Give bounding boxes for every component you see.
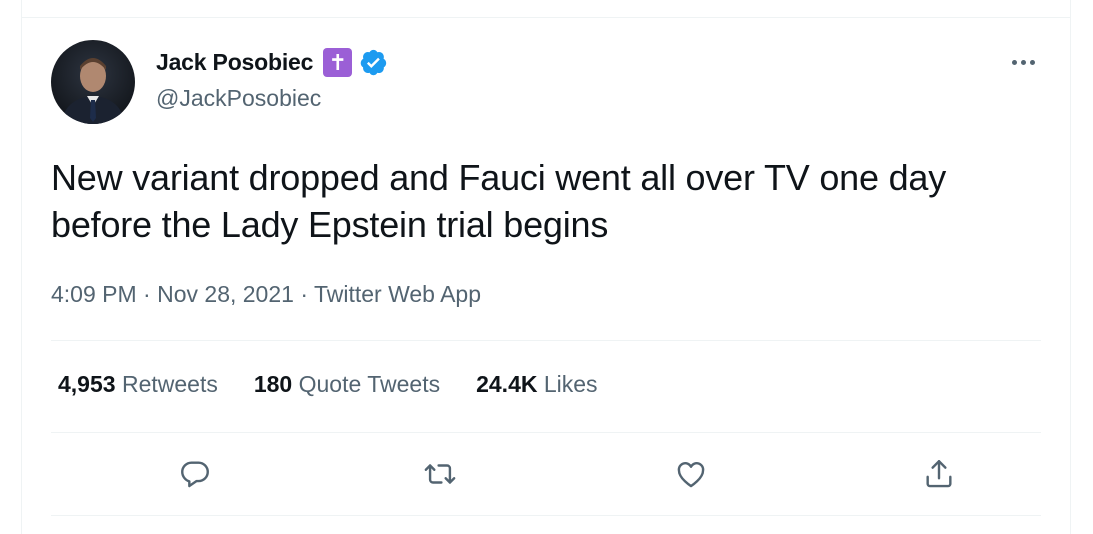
tweet-card: Jack Posobiec ✝ @JackPosobiec New varian… [21, 0, 1071, 534]
tweet-stats: 4,953 Retweets 180 Quote Tweets 24.4K Li… [58, 371, 634, 398]
user-handle[interactable]: @JackPosobiec [156, 85, 321, 112]
retweet-button[interactable] [420, 454, 460, 494]
retweet-icon [424, 464, 456, 484]
likes-stat[interactable]: 24.4K Likes [476, 371, 597, 398]
like-button[interactable] [671, 454, 711, 494]
top-divider [22, 17, 1070, 18]
reply-button[interactable] [175, 454, 215, 494]
avatar[interactable] [51, 40, 135, 124]
meta-separator: · [300, 281, 314, 307]
meta-separator: · [143, 281, 158, 307]
stats-top-divider [51, 340, 1041, 341]
retweets-label: Retweets [121, 371, 218, 397]
tweet-meta: 4:09 PM · Nov 28, 2021 · Twitter Web App [51, 281, 481, 308]
like-icon [677, 462, 705, 488]
tweet-source[interactable]: Twitter Web App [314, 281, 481, 307]
actions-bottom-divider [51, 515, 1041, 516]
quote-tweets-label: Quote Tweets [298, 371, 441, 397]
tweet-text: New variant dropped and Fauci went all o… [51, 157, 947, 245]
avatar-image [61, 58, 125, 124]
tweet-date[interactable]: Nov 28, 2021 [157, 281, 294, 307]
share-icon [926, 460, 952, 488]
display-name[interactable]: Jack Posobiec ✝ [156, 48, 388, 77]
more-options-icon[interactable] [1006, 47, 1040, 77]
verified-badge-icon [360, 49, 387, 76]
reply-icon [181, 461, 209, 488]
quote-tweets-count: 180 [253, 371, 293, 397]
display-name-text[interactable]: Jack Posobiec [156, 49, 313, 76]
cross-icon: ✝ [323, 48, 353, 77]
retweets-count: 4,953 [58, 371, 116, 397]
retweets-stat[interactable]: 4,953 Retweets [58, 371, 218, 398]
likes-label: Likes [543, 371, 598, 397]
tweet-time[interactable]: 4:09 PM [51, 281, 137, 307]
stats-bottom-divider [51, 432, 1041, 433]
quote-tweets-stat[interactable]: 180 Quote Tweets [254, 371, 440, 398]
share-button[interactable] [919, 454, 959, 494]
likes-count: 24.4K [476, 371, 538, 397]
tweet-actions [51, 452, 1041, 496]
